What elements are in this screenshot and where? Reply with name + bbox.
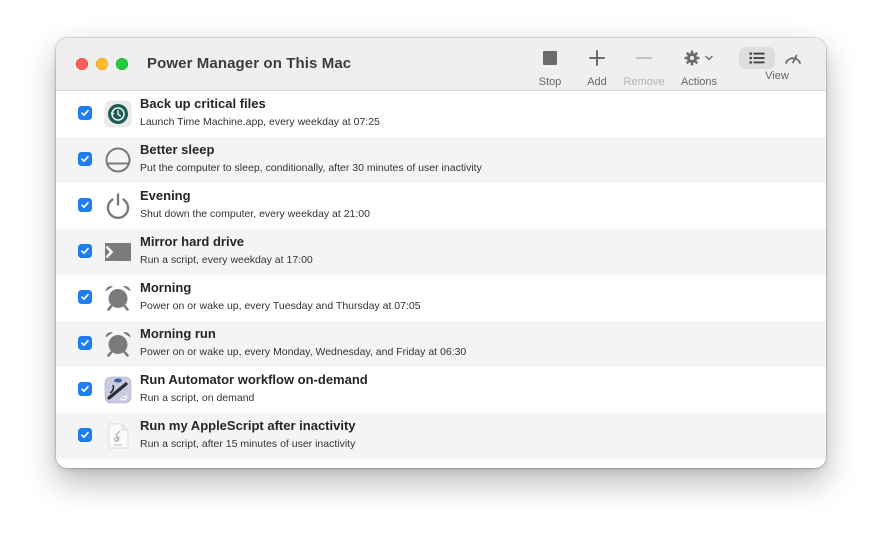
checkmark-icon <box>81 339 89 347</box>
event-description: Power on or wake up, every Tuesday and T… <box>140 300 421 312</box>
automator-icon <box>104 376 132 404</box>
list-icon <box>739 46 775 70</box>
checkmark-icon <box>81 109 89 117</box>
view-list-button[interactable] <box>739 46 775 70</box>
event-title: Morning run <box>140 326 216 341</box>
event-title: Morning <box>140 280 192 295</box>
alarm-clock-icon <box>105 332 131 357</box>
actions-label: Actions <box>680 76 718 88</box>
actions-icon-group <box>678 46 720 70</box>
event-description: Shut down the computer, every weekday at… <box>140 208 370 220</box>
enabled-checkbox[interactable] <box>78 106 92 120</box>
event-description: Put the computer to sleep, conditionally… <box>140 162 482 174</box>
event-title: Run my AppleScript after inactivity <box>140 418 356 433</box>
list-item[interactable]: Run Automator workflow on-demand Run a s… <box>56 367 826 413</box>
app-window: Power Manager on This Mac Stop Add Remov… <box>56 38 826 468</box>
enabled-checkbox[interactable] <box>78 152 92 166</box>
remove-button[interactable]: Remove <box>622 46 666 88</box>
event-title: Back up critical files <box>140 96 266 111</box>
gear-icon <box>684 50 700 66</box>
event-description: Run a script, on demand <box>140 392 255 404</box>
time-machine-icon <box>104 100 132 128</box>
enabled-checkbox[interactable] <box>78 336 92 350</box>
minimize-button[interactable] <box>96 58 108 70</box>
window-title: Power Manager on This Mac <box>147 55 352 72</box>
applescript-file-icon <box>108 423 129 449</box>
remove-label: Remove <box>623 76 665 88</box>
zoom-button[interactable] <box>116 58 128 70</box>
sleep-icon <box>105 147 131 173</box>
gauge-icon <box>780 46 806 70</box>
checkmark-icon <box>81 431 89 439</box>
list-item[interactable]: Run my AppleScript after inactivity Run … <box>56 413 826 459</box>
event-description: Run a script, after 15 minutes of user i… <box>140 438 356 450</box>
event-title: Mirror hard drive <box>140 234 245 249</box>
event-title: Run Automator workflow on-demand <box>140 372 368 387</box>
event-list: Back up critical files Launch Time Machi… <box>56 91 826 459</box>
checkmark-icon <box>81 247 89 255</box>
view-label: View <box>765 70 789 82</box>
enabled-checkbox[interactable] <box>78 198 92 212</box>
checkmark-icon <box>81 293 89 301</box>
plus-icon <box>584 46 610 70</box>
alarm-clock-icon <box>105 286 131 311</box>
enabled-checkbox[interactable] <box>78 428 92 442</box>
list-item[interactable]: Morning Power on or wake up, every Tuesd… <box>56 275 826 321</box>
event-title: Evening <box>140 188 191 203</box>
actions-menu-button[interactable]: Actions <box>678 46 720 88</box>
stop-label: Stop <box>538 76 562 88</box>
event-description: Power on or wake up, every Monday, Wedne… <box>140 346 467 358</box>
list-item[interactable]: Morning run Power on or wake up, every M… <box>56 321 826 367</box>
list-item[interactable]: Better sleep Put the computer to sleep, … <box>56 137 826 183</box>
close-button[interactable] <box>76 58 88 70</box>
enabled-checkbox[interactable] <box>78 290 92 304</box>
list-item[interactable]: Back up critical files Launch Time Machi… <box>56 91 826 137</box>
stop-button[interactable]: Stop <box>536 46 564 88</box>
stop-icon <box>536 46 564 70</box>
view-gauge-button[interactable] <box>780 46 806 70</box>
chevron-down-icon <box>705 55 713 61</box>
power-icon <box>106 193 130 220</box>
checkmark-icon <box>81 385 89 393</box>
add-label: Add <box>587 76 607 88</box>
checkmark-icon <box>81 201 89 209</box>
minus-icon <box>622 46 666 70</box>
titlebar: Power Manager on This Mac Stop Add Remov… <box>56 38 826 91</box>
event-title: Better sleep <box>140 142 215 157</box>
add-button[interactable]: Add <box>584 46 610 88</box>
checkmark-icon <box>81 155 89 163</box>
enabled-checkbox[interactable] <box>78 244 92 258</box>
event-description: Launch Time Machine.app, every weekday a… <box>140 116 380 128</box>
event-description: Run a script, every weekday at 17:00 <box>140 254 313 266</box>
list-item[interactable]: Mirror hard drive Run a script, every we… <box>56 229 826 275</box>
list-item[interactable]: Evening Shut down the computer, every we… <box>56 183 826 229</box>
script-icon <box>105 243 131 261</box>
enabled-checkbox[interactable] <box>78 382 92 396</box>
